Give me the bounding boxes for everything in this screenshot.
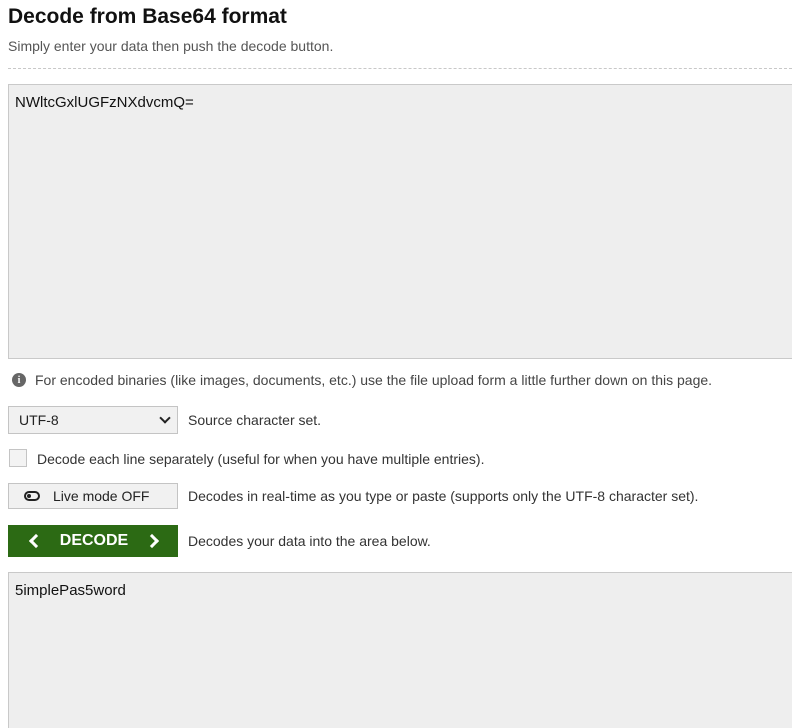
decode-lines-label: Decode each line separately (useful for … [37, 451, 485, 467]
live-mode-description: Decodes in real-time as you type or past… [188, 488, 699, 504]
decode-button[interactable]: DECODE [8, 525, 178, 557]
decode-page: Decode from Base64 format Simply enter y… [0, 0, 792, 728]
input-textarea[interactable]: NWltcGxlUGFzNXdvcmQ= [8, 84, 792, 359]
chevron-right-icon [144, 533, 160, 549]
charset-selected-value: UTF-8 [19, 412, 59, 428]
divider [8, 68, 792, 69]
output-textarea[interactable]: 5implePas5word [8, 572, 792, 728]
charset-select[interactable]: UTF-8 [8, 406, 178, 434]
charset-label: Source character set. [188, 412, 322, 428]
chevron-down-icon [159, 412, 171, 424]
info-text: For encoded binaries (like images, docum… [35, 372, 713, 388]
page-subtitle: Simply enter your data then push the dec… [8, 38, 334, 54]
page-title: Decode from Base64 format [8, 5, 287, 28]
decode-button-label: DECODE [59, 532, 129, 549]
chevron-left-icon [28, 533, 44, 549]
decode-lines-checkbox[interactable] [9, 449, 27, 467]
info-note: i For encoded binaries (like images, doc… [12, 372, 712, 388]
toggle-icon [24, 491, 40, 501]
live-mode-button-label: Live mode OFF [53, 488, 150, 504]
live-mode-button[interactable]: Live mode OFF [8, 483, 178, 509]
decode-description: Decodes your data into the area below. [188, 533, 431, 549]
info-icon: i [12, 373, 26, 387]
